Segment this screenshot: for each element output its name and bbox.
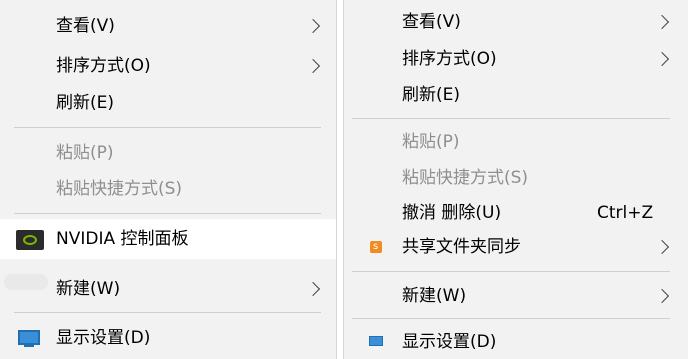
undo-shortcut-text: Ctrl+Z	[597, 203, 654, 223]
menu-item-paste-shortcut-label: 粘贴快捷方式(S)	[56, 179, 183, 199]
nvidia-icon	[16, 230, 44, 250]
menu-item-nvidia-control-panel[interactable]: NVIDIA 控制面板	[0, 219, 336, 259]
monitor-icon	[18, 330, 40, 347]
chevron-right-icon	[654, 239, 670, 255]
menu-item-display-settings-label: 显示设置(D)	[56, 328, 151, 348]
menu-item-view-label: 查看(V)	[56, 16, 115, 36]
menu-separator	[14, 127, 321, 128]
menu-item-refresh-label: 刷新(E)	[56, 93, 115, 113]
menu-item-view-label: 查看(V)	[402, 12, 461, 32]
menu-item-display-settings-label: 显示设置(D)	[402, 332, 497, 352]
chevron-right-icon	[654, 51, 670, 67]
menu-separator	[352, 318, 670, 319]
menu-item-undo-delete-label: 撤消 删除(U)	[402, 203, 502, 223]
menu-item-paste-label: 粘贴(P)	[402, 132, 460, 152]
menu-separator	[352, 271, 670, 272]
menu-item-sort-by-label: 排序方式(O)	[56, 56, 151, 76]
menu-item-refresh-label: 刷新(E)	[402, 85, 461, 105]
menu-item-share-sync-label: 共享文件夹同步	[402, 237, 521, 257]
chevron-right-icon	[654, 14, 670, 30]
right-context-menu: 查看(V) 排序方式(O) 刷新(E) 粘贴(P) 粘贴快捷方式(S) 撤消 删…	[343, 0, 688, 359]
menu-separator	[14, 213, 321, 214]
share-sync-icon	[370, 236, 382, 258]
chevron-right-icon	[305, 281, 321, 297]
menu-item-new-label: 新建(W)	[56, 279, 121, 299]
menu-separator	[352, 118, 670, 119]
chevron-right-icon	[305, 58, 321, 74]
blurred-icon-placeholder	[4, 274, 48, 290]
monitor-icon	[369, 336, 383, 346]
menu-separator	[14, 312, 321, 313]
menu-item-nvidia-label: NVIDIA 控制面板	[56, 229, 189, 249]
chevron-right-icon	[305, 18, 321, 34]
menu-item-paste-label: 粘贴(P)	[56, 143, 114, 163]
menu-item-new-label: 新建(W)	[402, 286, 467, 306]
menu-item-paste-shortcut-label: 粘贴快捷方式(S)	[402, 168, 529, 188]
menu-item-sort-by-label: 排序方式(O)	[402, 49, 497, 69]
chevron-right-icon	[654, 288, 670, 304]
left-context-menu: 查看(V) 排序方式(O) 刷新(E) 粘贴(P) 粘贴快捷方式(S) NVID…	[0, 0, 337, 359]
